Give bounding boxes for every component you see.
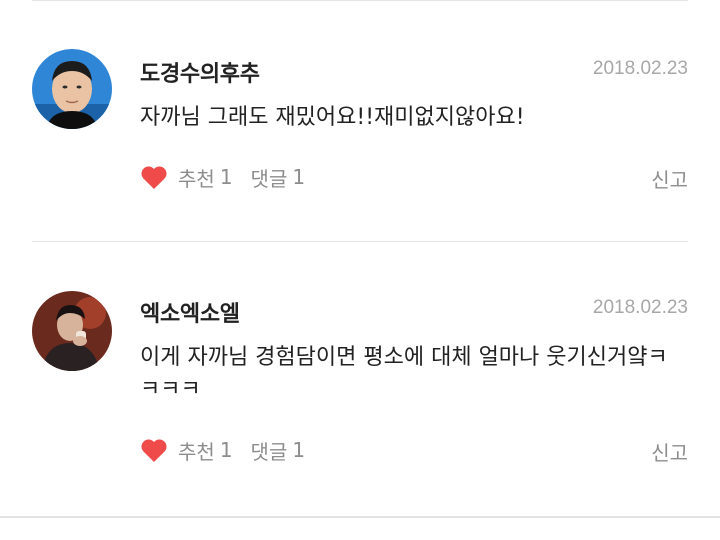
like-label[interactable]: 추천 [178, 436, 215, 465]
like-count[interactable]: 1 [220, 165, 233, 189]
avatar-photo-icon [32, 291, 112, 371]
report-button[interactable]: 신고 [651, 437, 688, 466]
reply-label[interactable]: 댓글 [251, 436, 288, 465]
heart-icon[interactable] [140, 437, 168, 463]
comment-username[interactable]: 엑소엑소엘 [140, 296, 240, 328]
comment-username[interactable]: 도경수의후추 [140, 56, 260, 88]
like-count[interactable]: 1 [220, 438, 233, 462]
comment-divider [32, 241, 688, 242]
like-label[interactable]: 추천 [178, 163, 215, 192]
user-avatar[interactable] [32, 49, 112, 129]
bottom-divider [0, 516, 720, 518]
reply-count[interactable]: 1 [292, 165, 305, 189]
comment-text: 자까님 그래도 재밌어요!!재미없지않아요! [140, 105, 525, 130]
reply-label[interactable]: 댓글 [251, 163, 288, 192]
reply-count[interactable]: 1 [292, 438, 305, 462]
avatar-photo-icon [32, 49, 112, 129]
report-button[interactable]: 신고 [651, 164, 688, 193]
top-divider [32, 0, 688, 1]
heart-icon[interactable] [140, 164, 168, 190]
comment-date: 2018.02.23 [592, 58, 688, 79]
comment-actions: 추천 1 댓글 1 [140, 162, 305, 192]
user-avatar[interactable] [32, 291, 112, 371]
comment-text: 이게 자까님 경험담이면 평소에 대체 얼마나 웃기신거얔ㅋㅋㅋㅋ [140, 345, 668, 402]
comment-actions: 추천 1 댓글 1 [140, 435, 305, 465]
comment-date: 2018.02.23 [592, 297, 688, 318]
